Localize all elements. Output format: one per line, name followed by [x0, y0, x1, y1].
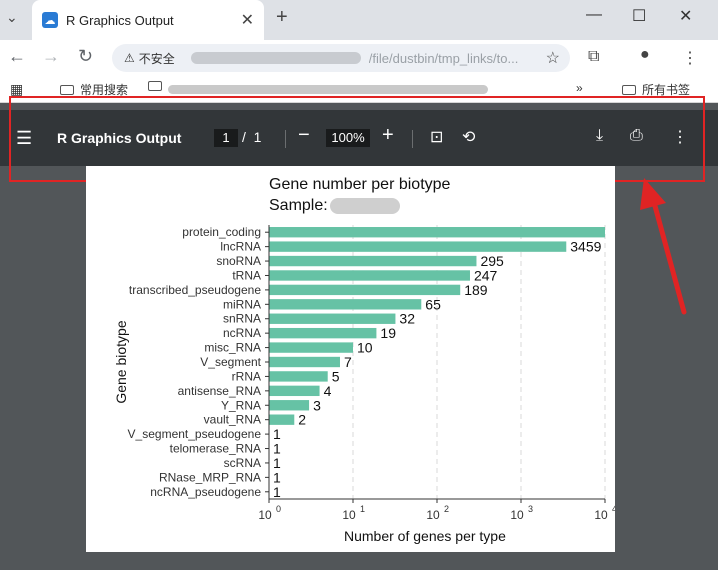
x-tick-label: 10	[426, 508, 440, 522]
x-tick-label: 10	[342, 508, 356, 522]
bar	[269, 241, 567, 252]
bar	[269, 371, 328, 382]
bar	[269, 400, 310, 411]
data-label: 189	[464, 282, 488, 298]
bar	[269, 342, 353, 353]
data-label: 65	[425, 296, 441, 312]
category-tick-label: V_segment	[200, 355, 261, 369]
bar	[269, 385, 320, 397]
x-tick-exponent: 2	[444, 504, 449, 514]
x-tick-label: 10	[258, 508, 272, 522]
bar	[269, 270, 470, 281]
category-tick-label: snoRNA	[216, 254, 261, 268]
x-tick-exponent: 3	[528, 504, 533, 514]
bar	[269, 299, 422, 310]
category-tick-label: scRNA	[224, 456, 261, 470]
category-tick-label: RNase_MRP_RNA	[159, 470, 261, 484]
data-label: 3459	[570, 239, 601, 255]
category-tick-label: ncRNA	[223, 326, 261, 340]
bar	[269, 327, 377, 339]
category-tick-label: misc_RNA	[204, 341, 261, 355]
data-label: 1	[273, 484, 281, 500]
category-tick-label: protein_coding	[182, 225, 261, 239]
data-label: 2	[298, 412, 306, 428]
x-tick-exponent: 4	[612, 504, 615, 514]
bar	[269, 255, 477, 267]
data-label: 10	[357, 340, 373, 356]
category-tick-label: miRNA	[223, 297, 261, 311]
pdf-page: Gene number per biotype Sample: Gene bio…	[86, 166, 615, 552]
category-tick-label: rRNA	[232, 369, 261, 383]
bar	[269, 414, 295, 425]
data-label: 19	[380, 325, 396, 341]
category-tick-label: tRNA	[232, 268, 261, 282]
category-tick-label: antisense_RNA	[178, 384, 261, 398]
bar	[269, 284, 461, 296]
data-label: 4	[324, 383, 332, 399]
bar	[269, 356, 340, 368]
data-label: 32	[399, 311, 415, 327]
category-tick-label: lncRNA	[220, 240, 261, 254]
category-tick-label: snRNA	[223, 312, 261, 326]
x-tick-label: 10	[594, 508, 608, 522]
data-label: 5	[332, 368, 340, 384]
data-label: 7	[344, 354, 352, 370]
category-tick-label: ncRNA_pseudogene	[150, 485, 261, 499]
category-tick-label: vault_RNA	[204, 413, 261, 427]
category-tick-label: V_segment_pseudogene	[128, 427, 262, 441]
x-tick-exponent: 0	[276, 504, 281, 514]
x-tick-label: 10	[510, 508, 524, 522]
category-tick-label: Y_RNA	[221, 398, 261, 412]
bar	[269, 313, 396, 324]
x-tick-exponent: 1	[360, 504, 365, 514]
data-label: 3	[313, 397, 321, 413]
bar-chart: protein_codinglncRNA 3459snoRNA 295tRNA 247…	[128, 225, 615, 522]
category-tick-label: transcribed_pseudogene	[129, 283, 261, 297]
bar	[269, 227, 605, 238]
category-tick-label: telomerase_RNA	[170, 442, 261, 456]
